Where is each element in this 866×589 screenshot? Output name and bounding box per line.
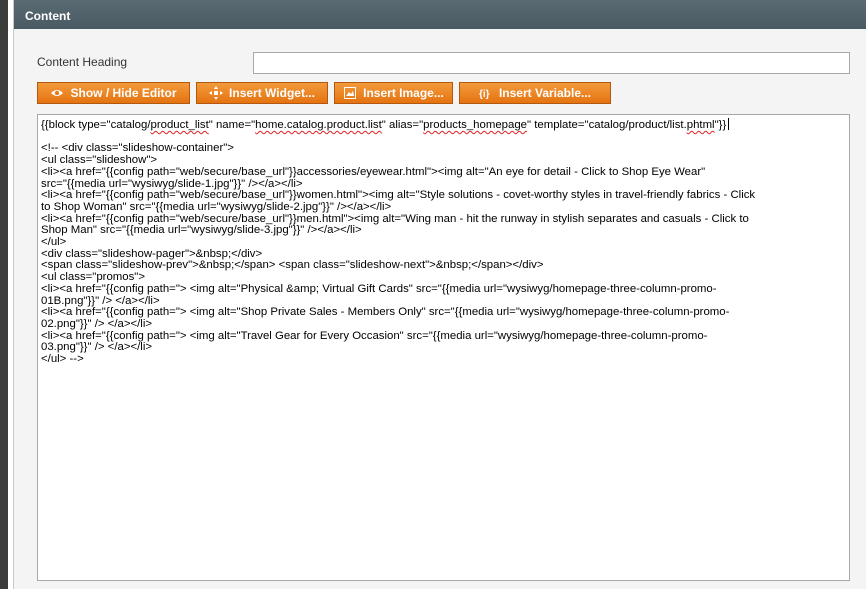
text-cursor [728, 118, 730, 130]
editor-line: <li><a href="{{config path="> <img alt="… [41, 306, 730, 319]
content-heading-row: Content Heading [14, 52, 866, 76]
svg-text:{i}: {i} [479, 89, 490, 99]
image-icon [343, 86, 357, 100]
left-edge-bar [0, 0, 8, 589]
editor-line: 02.png"}}" /> </a></li> [41, 317, 153, 330]
editor-line: <li><a href="{{config path="web/secure/b… [41, 165, 706, 178]
editor-first-line: {{block type="catalog/product_list" name… [41, 118, 846, 132]
widget-icon [209, 86, 224, 100]
show-hide-editor-label: Show / Hide Editor [70, 86, 177, 100]
insert-image-button[interactable]: Insert Image... [334, 82, 453, 104]
insert-widget-label: Insert Widget... [229, 86, 315, 100]
insert-variable-label: Insert Variable... [498, 86, 592, 100]
spellcheck-word: phtml [686, 119, 715, 131]
editor-line: <li><a href="{{config path="> <img alt="… [41, 282, 717, 295]
editor-line: to Shop Woman" src="{{media url="wysiwyg… [41, 200, 392, 213]
editor-line: <li><a href="{{config path="> <img alt="… [41, 329, 708, 342]
insert-variable-button[interactable]: {i} Insert Variable... [459, 82, 611, 104]
content-heading-label: Content Heading [37, 55, 128, 69]
content-editor-textarea[interactable]: {{block type="catalog/product_list" name… [37, 114, 850, 581]
content-panel: Content Content Heading Show / Hide Edit… [13, 0, 866, 589]
eye-icon [50, 86, 64, 100]
editor-line: <!-- <div class="slideshow-container"> [41, 142, 234, 155]
editor-line: </ul> --> [41, 353, 84, 366]
editor-line: <span class="slideshow-prev">&nbsp;</spa… [41, 259, 544, 272]
content-heading-input[interactable] [253, 52, 850, 74]
panel-header: Content [14, 0, 866, 29]
spellcheck-word: products_homepage [423, 119, 527, 131]
show-hide-editor-button[interactable]: Show / Hide Editor [37, 82, 190, 104]
insert-image-label: Insert Image... [363, 86, 444, 100]
insert-widget-button[interactable]: Insert Widget... [196, 82, 328, 104]
editor-line: 03.png"}}" /> </a></li> [41, 341, 153, 354]
variable-icon: {i} [479, 86, 493, 100]
editor-line: </ul> [41, 236, 67, 249]
editor-line: Shop Man" src="{{media url="wysiwyg/slid… [41, 224, 362, 237]
spellcheck-word: product_list [150, 119, 209, 131]
spellcheck-word: home.catalog.product.list [255, 119, 382, 131]
